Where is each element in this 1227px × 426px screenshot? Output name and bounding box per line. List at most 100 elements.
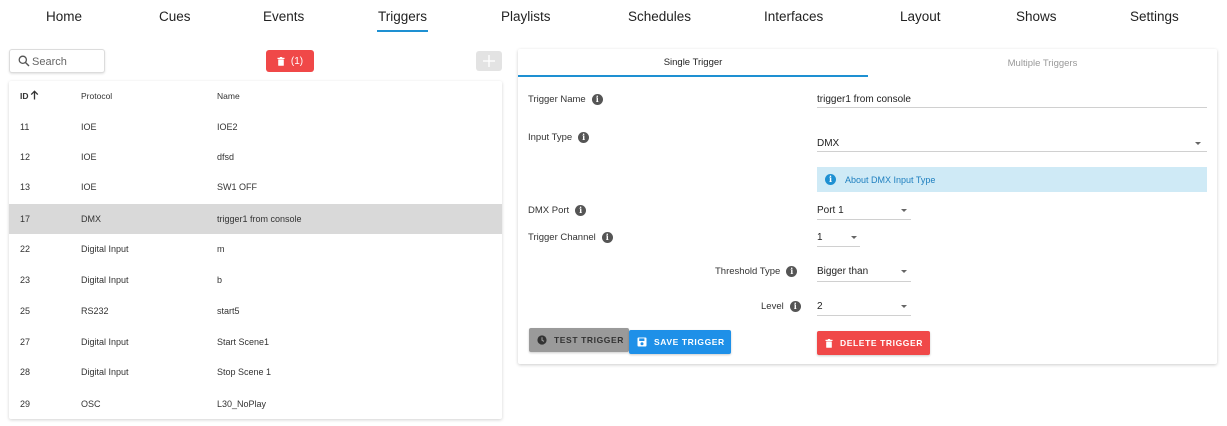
table-row[interactable]: 25 RS232 start5 [9,296,502,326]
info-icon[interactable] [601,232,613,243]
cell-protocol: Digital Input [81,367,129,377]
cell-name: b [217,275,223,285]
chevron-down-icon[interactable] [901,305,907,308]
trigger-channel-label: Trigger Channel [528,232,613,243]
info-icon[interactable] [789,301,801,312]
delete-trigger-label: DELETE TRIGGER [840,338,924,348]
input-type-select[interactable]: DMX [817,138,839,149]
cell-protocol: Digital Input [81,337,129,347]
trash-icon [825,338,833,348]
test-trigger-label: TEST TRIGGER [554,335,625,345]
cell-id: 25 [20,306,31,316]
threshold-type-label-text: Threshold Type [715,266,781,277]
cell-id: 12 [20,152,31,162]
info-icon [825,174,836,185]
plus-icon [483,55,495,67]
tab-single-trigger[interactable]: Single Trigger [518,49,868,77]
threshold-type-label: Threshold Type [715,266,798,277]
table-row[interactable]: 22 Digital Input m [9,234,502,264]
info-icon[interactable] [591,94,603,105]
nav-cues[interactable]: Cues [159,9,191,24]
search-icon [18,55,30,67]
about-dmx-input-type-link[interactable]: About DMX Input Type [817,167,1207,192]
level-select[interactable]: 2 [817,301,823,312]
cell-protocol: OSC [81,399,101,409]
cell-id: 22 [20,244,31,254]
trigger-channel-label-text: Trigger Channel [528,232,596,243]
nav-home[interactable]: Home [46,9,82,24]
add-trigger-button[interactable] [476,51,502,71]
cell-name: m [217,244,225,254]
delete-selected-count: (1) [290,55,304,67]
table-row[interactable]: 29 OSC L30_NoPlay [9,389,502,419]
search-input[interactable] [32,53,102,70]
table-row[interactable]: 27 Digital Input Start Scene1 [9,327,502,357]
triggers-table: ID Protocol Name 11 IOE IOE2 12 IOE dfsd… [9,81,502,419]
table-row[interactable]: 28 Digital Input Stop Scene 1 [9,357,502,387]
save-trigger-button[interactable]: SAVE TRIGGER [629,330,731,354]
dmx-port-select[interactable]: Port 1 [817,205,844,216]
table-row[interactable]: 13 IOE SW1 OFF [9,172,502,202]
table-row-selected[interactable]: 17 DMX trigger1 from console [9,204,502,234]
search-box[interactable] [9,49,105,73]
nav-interfaces[interactable]: Interfaces [764,9,823,24]
nav-triggers[interactable]: Triggers [376,9,429,32]
chevron-down-icon[interactable] [901,209,907,212]
cell-id: 28 [20,367,31,377]
nav-events[interactable]: Events [263,9,304,24]
top-nav: Home Cues Events Triggers Playlists Sche… [0,0,1227,36]
input-type-label: Input Type [528,132,590,143]
clock-icon [537,335,547,345]
cell-protocol: Digital Input [81,275,129,285]
cell-protocol: IOE [81,152,97,162]
info-icon[interactable] [578,132,590,143]
floppy-disk-icon [637,337,647,347]
threshold-type-select[interactable]: Bigger than [817,266,868,277]
cell-name: L30_NoPlay [217,399,267,409]
tab-multiple-triggers[interactable]: Multiple Triggers [868,49,1217,77]
delete-selected-button[interactable]: (1) [266,50,314,72]
chevron-down-icon[interactable] [1195,142,1201,145]
info-icon[interactable] [786,266,798,277]
cell-id: 23 [20,275,31,285]
table-row[interactable]: 12 IOE dfsd [9,142,502,172]
cell-id: 29 [20,399,31,409]
level-label: Level [761,301,801,312]
cell-id: 13 [20,182,31,192]
cell-protocol: IOE [81,122,97,132]
column-header-name[interactable]: Name [217,91,240,101]
trigger-channel-underline [817,246,860,247]
cell-protocol: RS232 [81,306,109,316]
trash-icon [277,56,285,66]
column-header-protocol[interactable]: Protocol [81,91,112,101]
chevron-down-icon[interactable] [901,270,907,273]
test-trigger-button[interactable]: TEST TRIGGER [529,328,629,352]
level-label-text: Level [761,301,784,312]
nav-schedules[interactable]: Schedules [628,9,691,24]
cell-name: Start Scene1 [217,337,270,347]
input-type-label-text: Input Type [528,132,573,143]
cell-name: start5 [217,306,240,316]
delete-trigger-button[interactable]: DELETE TRIGGER [817,331,930,355]
input-type-underline [817,151,1207,152]
cell-name: dfsd [217,152,235,162]
trigger-editor-panel: Single Trigger Multiple Triggers Trigger… [518,49,1217,364]
table-row[interactable]: 11 IOE IOE2 [9,112,502,142]
nav-layout[interactable]: Layout [900,9,941,24]
chevron-down-icon[interactable] [851,236,857,239]
cell-id: 17 [20,214,31,224]
sort-ascending-icon[interactable] [30,90,39,100]
info-icon[interactable] [575,205,587,216]
nav-settings[interactable]: Settings [1130,9,1179,24]
nav-shows[interactable]: Shows [1016,9,1057,24]
cell-id: 11 [20,122,30,132]
cell-protocol: Digital Input [81,244,129,254]
threshold-type-underline [817,281,911,282]
column-header-id[interactable]: ID [20,91,29,101]
trigger-name-input[interactable]: trigger1 from console [817,94,911,105]
trigger-name-label-text: Trigger Name [528,94,586,105]
trigger-name-underline [817,107,1207,108]
nav-playlists[interactable]: Playlists [501,9,551,24]
trigger-channel-select[interactable]: 1 [817,232,823,243]
table-row[interactable]: 23 Digital Input b [9,265,502,295]
